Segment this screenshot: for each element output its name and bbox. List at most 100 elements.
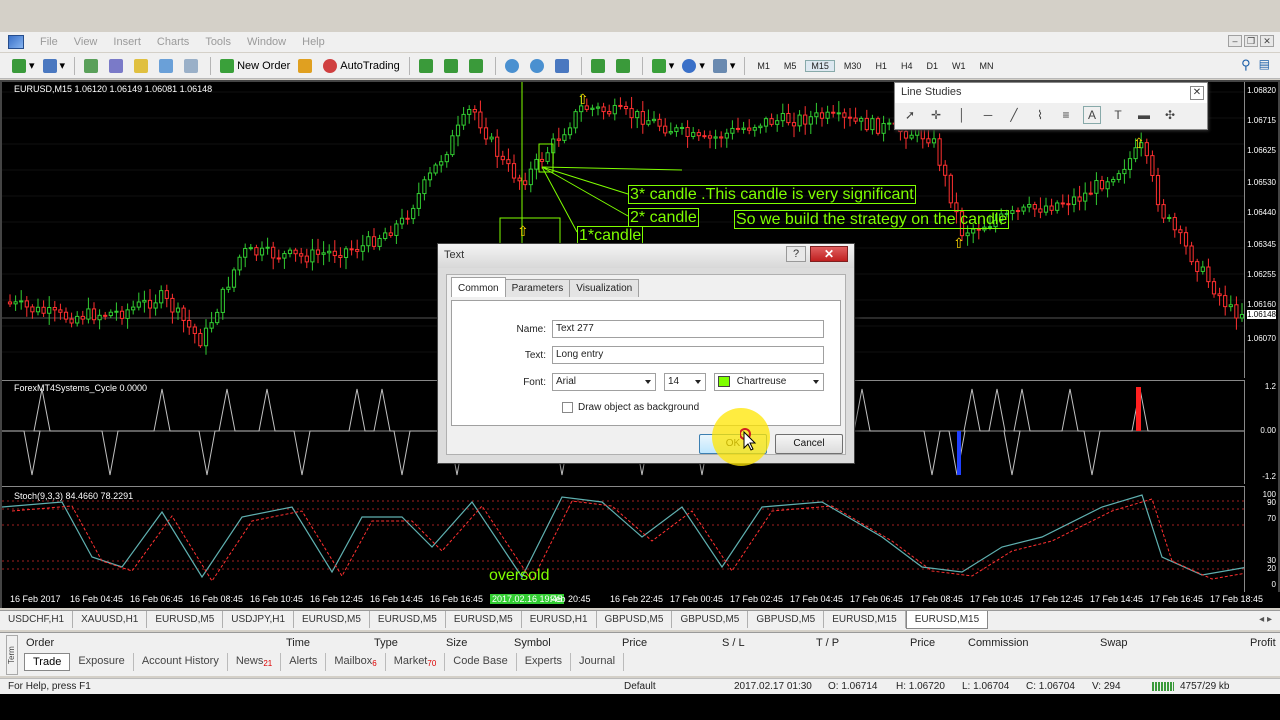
timeframe-d1[interactable]: D1: [921, 61, 943, 71]
annotation-candle2[interactable]: 2* candle: [628, 208, 699, 227]
column-header[interactable]: Size: [446, 637, 467, 649]
column-header[interactable]: Order: [26, 637, 54, 649]
cursor-icon[interactable]: ➚: [901, 106, 919, 124]
fibonacci-icon[interactable]: ⌇: [1031, 106, 1049, 124]
column-header[interactable]: Commission: [968, 637, 1029, 649]
line-chart-button[interactable]: [467, 56, 488, 76]
search-icon[interactable]: ⚲: [1241, 57, 1251, 73]
terminal-tab[interactable]: Account History: [134, 653, 228, 671]
close-icon[interactable]: ✕: [1190, 86, 1204, 100]
autoscroll-button[interactable]: [589, 56, 610, 76]
menu-file[interactable]: File: [32, 36, 66, 48]
minimize-icon[interactable]: –: [1228, 35, 1242, 47]
dialog-title-bar[interactable]: Text ? ✕: [438, 244, 854, 268]
chart-tab[interactable]: XAUUSD,H1: [73, 611, 148, 628]
chart-tab[interactable]: EURUSD,M5: [370, 611, 446, 628]
font-size-select[interactable]: 14: [664, 373, 706, 391]
chart-tab[interactable]: EURUSD,H1: [522, 611, 597, 628]
help-button[interactable]: ?: [786, 246, 806, 262]
annotation-oversold[interactable]: oversold: [489, 567, 549, 585]
column-header[interactable]: Profit: [1250, 637, 1276, 649]
vertical-line-icon[interactable]: │: [953, 106, 971, 124]
column-header[interactable]: S / L: [722, 637, 745, 649]
terminal-tab[interactable]: Experts: [517, 653, 572, 671]
chart-tab[interactable]: EURUSD,M15: [905, 611, 989, 629]
menu-insert[interactable]: Insert: [105, 36, 149, 48]
text-icon[interactable]: A: [1083, 106, 1101, 124]
market-watch-button[interactable]: [82, 56, 103, 76]
timeframe-mn[interactable]: MN: [974, 61, 998, 71]
horizontal-line-icon[interactable]: ─: [979, 106, 997, 124]
templates-button[interactable]: ▾: [711, 56, 738, 76]
stochastic-pane[interactable]: Stoch(9,3,3) 84.4660 78.2291 oversold: [1, 486, 1259, 592]
chart-tab[interactable]: GBPUSD,M5: [597, 611, 673, 628]
chart-tab[interactable]: EURUSD,M5: [446, 611, 522, 628]
timeframe-h4[interactable]: H4: [896, 61, 918, 71]
annotation-candle3[interactable]: 3* candle .This candle is very significa…: [628, 185, 916, 204]
metaeditor-button[interactable]: [296, 56, 317, 76]
tile-windows-button[interactable]: [553, 56, 574, 76]
arrows-icon[interactable]: ✣: [1161, 106, 1179, 124]
terminal-tab[interactable]: Exposure: [70, 653, 134, 671]
chart-tab[interactable]: GBPUSD,M5: [748, 611, 825, 628]
annotation-strategy[interactable]: So we build the strategy on the candle: [734, 210, 1010, 229]
timeframe-h1[interactable]: H1: [870, 61, 892, 71]
timeframe-m30[interactable]: M30: [839, 61, 867, 71]
column-header[interactable]: Type: [374, 637, 398, 649]
timeframe-m1[interactable]: M1: [752, 61, 775, 71]
bar-chart-button[interactable]: [417, 56, 438, 76]
terminal-tab[interactable]: Code Base: [445, 653, 517, 671]
channel-icon[interactable]: ≡: [1057, 106, 1075, 124]
crosshair-icon[interactable]: ✛: [927, 106, 945, 124]
line-studies-title[interactable]: Line Studies ✕: [895, 83, 1207, 103]
tester-button[interactable]: [182, 56, 203, 76]
column-header[interactable]: Price: [622, 637, 647, 649]
new-chart-button[interactable]: ▾: [10, 56, 37, 76]
trendline-icon[interactable]: ╱: [1005, 106, 1023, 124]
name-field[interactable]: Text 277: [552, 320, 824, 338]
close-icon[interactable]: ✕: [1260, 35, 1274, 47]
tab-parameters[interactable]: Parameters: [504, 279, 571, 297]
periods-button[interactable]: ▾: [680, 56, 707, 76]
terminal-tab[interactable]: Market70: [386, 653, 446, 671]
column-header[interactable]: T / P: [816, 637, 839, 649]
chart-tab[interactable]: EURUSD,M15: [824, 611, 906, 628]
column-header[interactable]: Time: [286, 637, 310, 649]
font-select[interactable]: Arial: [552, 373, 656, 391]
autotrading-button[interactable]: AutoTrading: [321, 56, 402, 76]
column-header[interactable]: Symbol: [514, 637, 551, 649]
restore-icon[interactable]: ❐: [1244, 35, 1258, 47]
terminal-tab[interactable]: Journal: [571, 653, 625, 671]
navigator-button[interactable]: [132, 56, 153, 76]
dialog-close-button[interactable]: ✕: [810, 246, 848, 262]
menu-tools[interactable]: Tools: [197, 36, 239, 48]
menu-charts[interactable]: Charts: [149, 36, 197, 48]
new-order-button[interactable]: New Order: [218, 56, 292, 76]
profiles-button[interactable]: ▾: [41, 56, 68, 76]
candlesticks-button[interactable]: [442, 56, 463, 76]
timeframe-m15[interactable]: M15: [805, 59, 835, 72]
chart-tab[interactable]: EURUSD,M5: [294, 611, 370, 628]
menu-help[interactable]: Help: [294, 36, 333, 48]
zoom-in-button[interactable]: [503, 56, 524, 76]
data-window-button[interactable]: [107, 56, 128, 76]
zoom-out-button[interactable]: [528, 56, 549, 76]
cancel-button[interactable]: Cancel: [775, 434, 843, 454]
tab-visualization[interactable]: Visualization: [569, 279, 640, 297]
terminal-tab[interactable]: News21: [228, 653, 282, 671]
timeframe-m5[interactable]: M5: [779, 61, 802, 71]
color-select[interactable]: Chartreuse: [714, 373, 824, 391]
text-label-icon[interactable]: T: [1109, 106, 1127, 124]
terminal-tab[interactable]: Mailbox6: [326, 653, 386, 671]
chart-tab[interactable]: EURUSD,M5: [147, 611, 224, 628]
tabs-scroll-arrows[interactable]: ◂ ▸: [1259, 614, 1272, 625]
text-field[interactable]: Long entry: [552, 346, 824, 364]
menu-window[interactable]: Window: [239, 36, 294, 48]
menu-view[interactable]: View: [66, 36, 106, 48]
chart-shift-button[interactable]: [614, 56, 635, 76]
chart-tab[interactable]: USDCHF,H1: [0, 611, 74, 628]
terminal-button[interactable]: [157, 56, 178, 76]
chart-tab[interactable]: USDJPY,H1: [223, 611, 295, 628]
column-header[interactable]: Swap: [1100, 637, 1128, 649]
terminal-tab[interactable]: Trade: [24, 653, 71, 671]
